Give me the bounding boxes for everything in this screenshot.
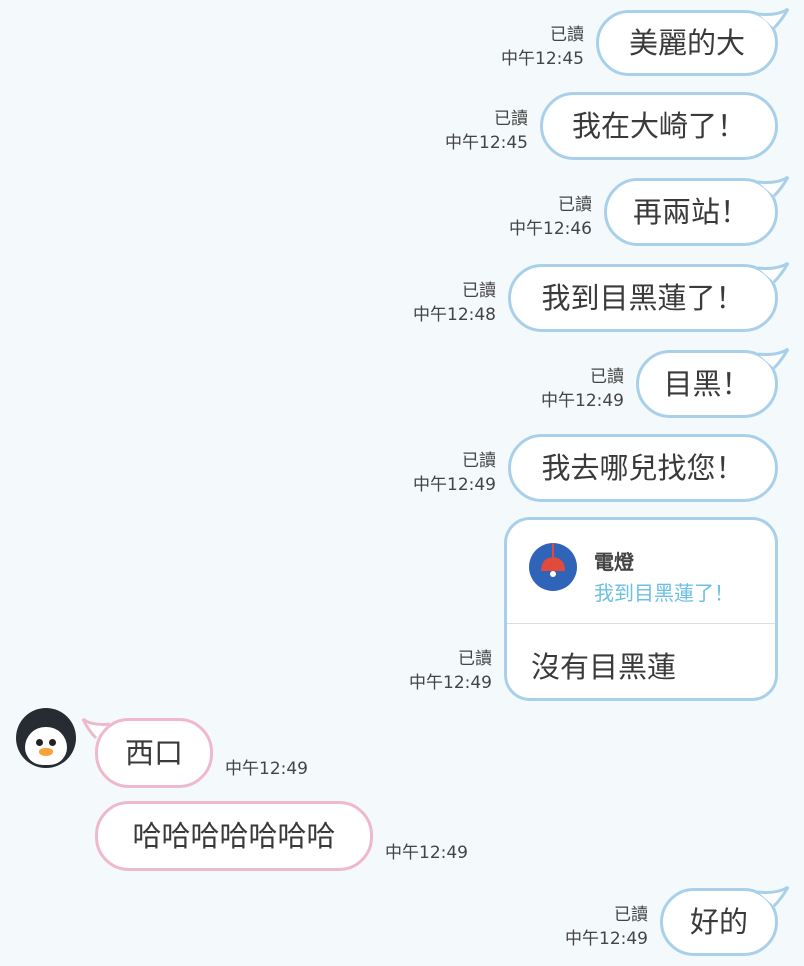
message-meta: 已讀 中午12:49 — [413, 449, 496, 497]
message-time: 中午12:49 — [565, 929, 648, 949]
message-bubble[interactable]: 我到目黑蓮了！ — [508, 264, 778, 332]
message-meta: 已讀 中午12:49 — [565, 903, 648, 951]
message-time: 中午12:49 — [541, 391, 624, 411]
message-meta: 已讀 中午12:49 — [409, 647, 492, 695]
message-text: 美麗的大 — [628, 25, 745, 60]
message-time: 中午12:49 — [413, 475, 496, 495]
message-text: 目黑！ — [663, 366, 751, 401]
message-time: 中午12:45 — [501, 49, 584, 69]
message-meta: 中午12:49 — [385, 841, 468, 865]
message-time: 中午12:48 — [413, 305, 496, 325]
penguin-face — [25, 727, 67, 765]
message-time: 中午12:45 — [445, 133, 528, 153]
message-bubble[interactable]: 西口 — [95, 718, 213, 788]
read-status: 已讀 — [494, 109, 528, 129]
read-status: 已讀 — [462, 281, 496, 301]
penguin-beak — [39, 748, 53, 756]
message-text: 我在大崎了！ — [571, 108, 746, 143]
message-meta: 中午12:49 — [225, 757, 308, 781]
message-text: 西口 — [124, 735, 183, 770]
message-text: 再兩站！ — [632, 194, 749, 229]
reply-message-bubble[interactable]: 電燈 我到目黑蓮了！ 沒有目黑蓮 — [504, 517, 778, 701]
message-meta: 已讀 中午12:49 — [541, 365, 624, 413]
message-meta: 已讀 中午12:45 — [501, 23, 584, 71]
bubble-tail — [757, 261, 790, 284]
message-bubble[interactable]: 我去哪兒找您！ — [508, 434, 778, 502]
read-status: 已讀 — [590, 367, 624, 387]
lamp-icon — [529, 543, 577, 591]
read-status: 已讀 — [550, 25, 584, 45]
message-time: 中午12:49 — [409, 673, 492, 693]
message-time: 中午12:49 — [225, 759, 308, 779]
message-meta: 已讀 中午12:46 — [509, 193, 592, 241]
bubble-tail — [757, 7, 790, 30]
message-time: 中午12:46 — [509, 219, 592, 239]
message-text: 我到目黑蓮了！ — [541, 280, 745, 315]
penguin-eye — [49, 739, 56, 746]
bubble-tail — [757, 175, 790, 198]
reply-sender-name: 電燈 — [594, 550, 634, 574]
penguin-eye — [36, 739, 43, 746]
read-status: 已讀 — [458, 649, 492, 669]
message-bubble[interactable]: 美麗的大 — [596, 10, 778, 76]
message-text: 沒有目黑蓮 — [531, 650, 677, 684]
message-time: 中午12:49 — [385, 843, 468, 863]
message-text: 哈哈哈哈哈哈哈 — [132, 818, 336, 853]
read-status: 已讀 — [462, 451, 496, 471]
message-bubble[interactable]: 哈哈哈哈哈哈哈 — [95, 801, 373, 871]
message-meta: 已讀 中午12:45 — [445, 107, 528, 155]
message-text: 好的 — [689, 904, 748, 939]
read-status: 已讀 — [614, 905, 648, 925]
bubble-tail — [757, 885, 790, 908]
read-status: 已讀 — [558, 195, 592, 215]
reply-divider — [507, 623, 775, 624]
message-text: 我去哪兒找您！ — [541, 450, 745, 485]
message-bubble[interactable]: 我在大崎了！ — [540, 92, 778, 160]
message-meta: 已讀 中午12:48 — [413, 279, 496, 327]
penguin-avatar[interactable] — [16, 708, 76, 768]
bubble-tail — [757, 347, 790, 370]
reply-quoted-text: 我到目黑蓮了！ — [594, 581, 734, 605]
